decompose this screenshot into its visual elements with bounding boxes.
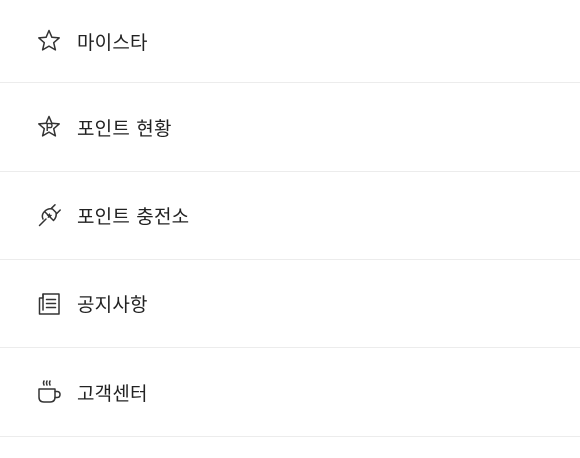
menu-item-notice[interactable]: 공지사항 xyxy=(0,260,580,348)
menu-item-label: 고객센터 xyxy=(77,382,148,405)
menu-item-customer-center[interactable]: 고객센터 xyxy=(0,348,580,437)
point-star-icon xyxy=(35,113,63,141)
menu-item-label: 포인트 현황 xyxy=(77,117,172,140)
menu-item-my-star[interactable]: 마이스타 xyxy=(0,0,580,83)
menu-item-point-charging[interactable]: 포인트 충전소 xyxy=(0,172,580,260)
menu-item-point-status[interactable]: 포인트 현황 xyxy=(0,83,580,172)
notice-document-icon xyxy=(35,290,63,318)
charging-plug-icon xyxy=(35,202,63,230)
menu-item-label: 포인트 충전소 xyxy=(77,206,190,228)
menu-item-label: 공지사항 xyxy=(77,294,148,316)
coffee-cup-icon xyxy=(35,378,63,406)
menu-list: 마이스타 포인트 현황 포인트 충전소 공지사항 고객센터 xyxy=(0,0,580,437)
star-icon xyxy=(35,27,63,55)
menu-item-label: 마이스타 xyxy=(77,31,148,54)
